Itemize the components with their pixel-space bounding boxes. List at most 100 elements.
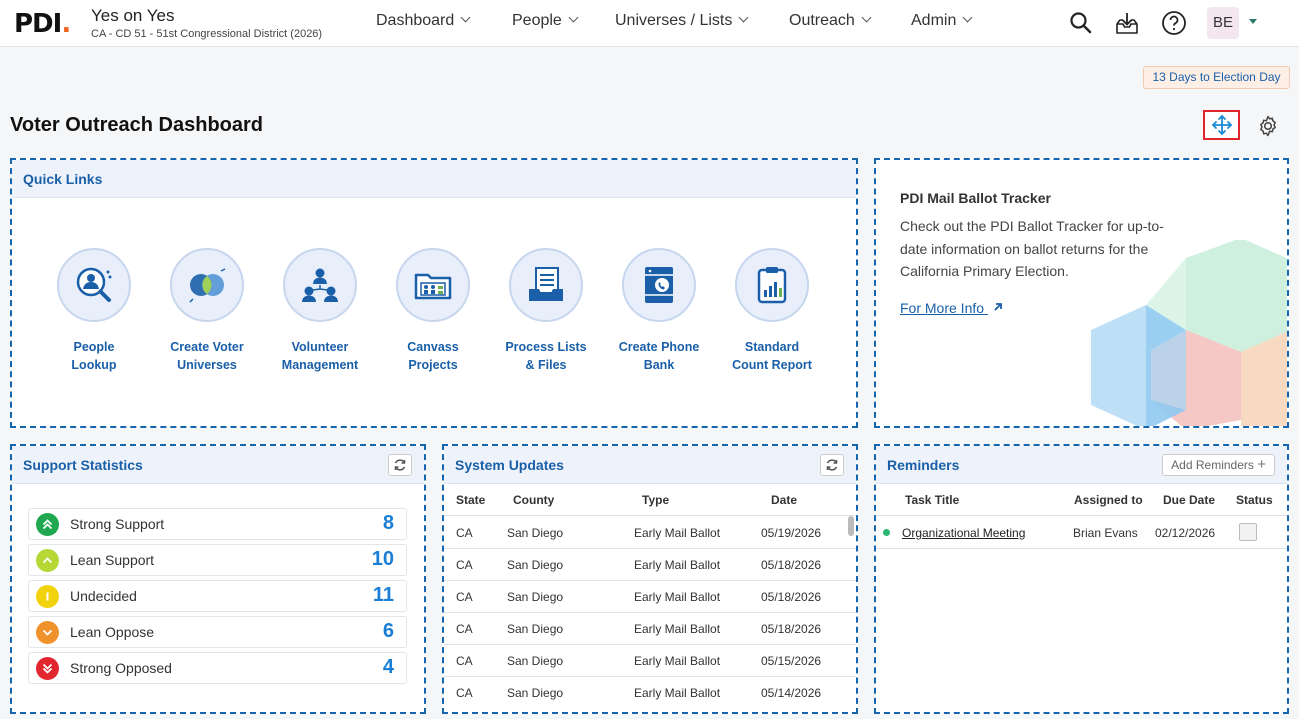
caret-down-icon[interactable] [1249,19,1257,24]
reminders-title: Reminders [887,457,960,473]
quick-link-process-lists-files[interactable]: Process Lists & Files [501,248,591,374]
support-row-strong-opposed[interactable]: Strong Opposed 4 [28,652,407,684]
status-checkbox[interactable] [1239,523,1257,541]
cell-date: 05/18/2026 [761,590,822,604]
quick-link-label-line2: & Files [525,358,567,372]
cell-state: CA [456,654,473,668]
reminder-title-link[interactable]: Organizational Meeting [902,526,1025,540]
refresh-icon [826,459,838,471]
refresh-button[interactable] [820,454,844,476]
chevron-down-icon [962,12,973,23]
support-statistics-panel: Support Statistics Strong Support 8 Lean… [10,444,426,714]
plus-icon: + [1257,456,1266,473]
nav-admin-label: Admin [911,12,957,29]
cell-date: 05/15/2026 [761,654,822,668]
double-chevron-up-icon [36,513,59,536]
chevron-down-icon [36,621,59,644]
more-info-link[interactable]: For More Info [900,300,1004,316]
pdi-logo[interactable]: PDI. [14,9,71,39]
cell-county: San Diego [507,526,564,540]
nav-universes-lists[interactable]: Universes / Lists [615,12,749,30]
reminder-row: Organizational Meeting Brian Evans 02/12… [876,517,1287,549]
table-scrollbar[interactable] [848,516,854,536]
org-subtitle: CA - CD 51 - 51st Congressional District… [91,28,323,40]
cell-date: 05/18/2026 [761,622,822,636]
nav-dashboard[interactable]: Dashboard [376,12,471,30]
nav-outreach[interactable]: Outreach [789,12,872,30]
help-icon[interactable] [1161,10,1187,36]
quick-link-standard-count-report[interactable]: Standard Count Report [727,248,817,374]
quick-links-title: Quick Links [23,171,103,187]
move-arrows-icon [1211,115,1232,135]
support-row-lean-support[interactable]: Lean Support 10 [28,544,407,576]
column-header-date[interactable]: Date [771,493,797,507]
reminders-header: Reminders Add Reminders + [876,446,1287,484]
quick-link-volunteer-management[interactable]: Volunteer Management [275,248,365,374]
cell-type: Early Mail Ballot [634,622,721,636]
quick-link-label-line2: Lookup [71,358,117,372]
download-tray-icon[interactable] [1114,10,1140,36]
reminder-due-date: 02/12/2026 [1155,526,1216,540]
column-header-state[interactable]: State [456,493,485,507]
quick-link-label-line2: Bank [643,358,675,372]
chevron-down-icon [738,12,749,23]
support-row-undecided[interactable]: Undecided 11 [28,580,407,612]
external-arrow-icon [994,303,1002,311]
column-header-task-title[interactable]: Task Title [905,493,959,507]
settings-button[interactable] [1254,112,1282,140]
top-navigation-bar: PDI. Yes on Yes CA - CD 51 - 51st Congre… [0,0,1299,47]
support-row-lean-oppose[interactable]: Lean Oppose 6 [28,616,407,648]
cell-county: San Diego [507,686,564,700]
column-header-status[interactable]: Status [1236,493,1273,507]
cell-state: CA [456,526,473,540]
column-header-assigned-to[interactable]: Assigned to [1074,493,1143,507]
support-count: 10 [371,548,394,570]
search-icon[interactable] [1068,10,1094,36]
logo-text: PDI [14,9,62,39]
quick-link-canvass-projects[interactable]: Canvass Projects [388,248,478,374]
quick-links-panel: Quick Links People Lookup Create Voter Uni… [10,158,858,428]
quick-link-label-line2: Management [281,358,359,372]
user-avatar[interactable]: BE [1207,7,1239,39]
nav-admin[interactable]: Admin [911,12,973,30]
cell-type: Early Mail Ballot [634,526,721,540]
column-header-due-date[interactable]: Due Date [1163,493,1215,507]
page-title: Voter Outreach Dashboard [10,114,264,136]
quick-link-people-lookup[interactable]: People Lookup [49,248,139,374]
election-countdown-badge: 13 Days to Election Day [1143,66,1290,89]
cell-state: CA [456,590,473,604]
move-widgets-button[interactable] [1203,110,1240,140]
reminder-assigned-to: Brian Evans [1073,526,1138,540]
support-count: 8 [382,512,394,534]
system-updates-table-header: State County Type Date [444,484,856,516]
refresh-button[interactable] [388,454,412,476]
org-name[interactable]: Yes on Yes [91,6,175,26]
nav-dashboard-label: Dashboard [376,12,455,29]
system-updates-title: System Updates [455,457,564,473]
cell-type: Early Mail Ballot [634,558,721,572]
column-header-type[interactable]: Type [642,493,669,507]
cell-state: CA [456,686,473,700]
table-row: CA San Diego Early Mail Ballot 05/18/2026 [444,613,856,645]
support-statistics-header: Support Statistics [12,446,424,484]
add-reminders-button[interactable]: Add Reminders + [1162,454,1275,476]
ballot-tracker-body: Check out the PDI Ballot Tracker for up-… [900,218,1164,279]
cell-state: CA [456,622,473,636]
quick-link-label-line2: Projects [408,358,458,372]
support-row-strong-support[interactable]: Strong Support 8 [28,508,407,540]
quick-link-create-voter-universes[interactable]: Create Voter Universes [162,248,252,374]
quick-link-label-line1: People [73,340,115,354]
file-tray-icon [509,248,583,322]
quick-link-label-line1: Canvass [407,340,459,354]
support-count: 6 [382,620,394,642]
more-info-label: For More Info [900,300,985,316]
nav-people[interactable]: People [512,12,579,30]
cell-type: Early Mail Ballot [634,686,721,700]
gear-icon [1260,115,1276,137]
column-header-county[interactable]: County [513,493,554,507]
quick-link-create-phone-bank[interactable]: Create Phone Bank [614,248,704,374]
quick-link-label-line1: Process Lists [505,340,587,354]
support-label: Lean Oppose [70,624,155,640]
support-label: Strong Opposed [70,660,172,676]
volunteers-icon [283,248,357,322]
